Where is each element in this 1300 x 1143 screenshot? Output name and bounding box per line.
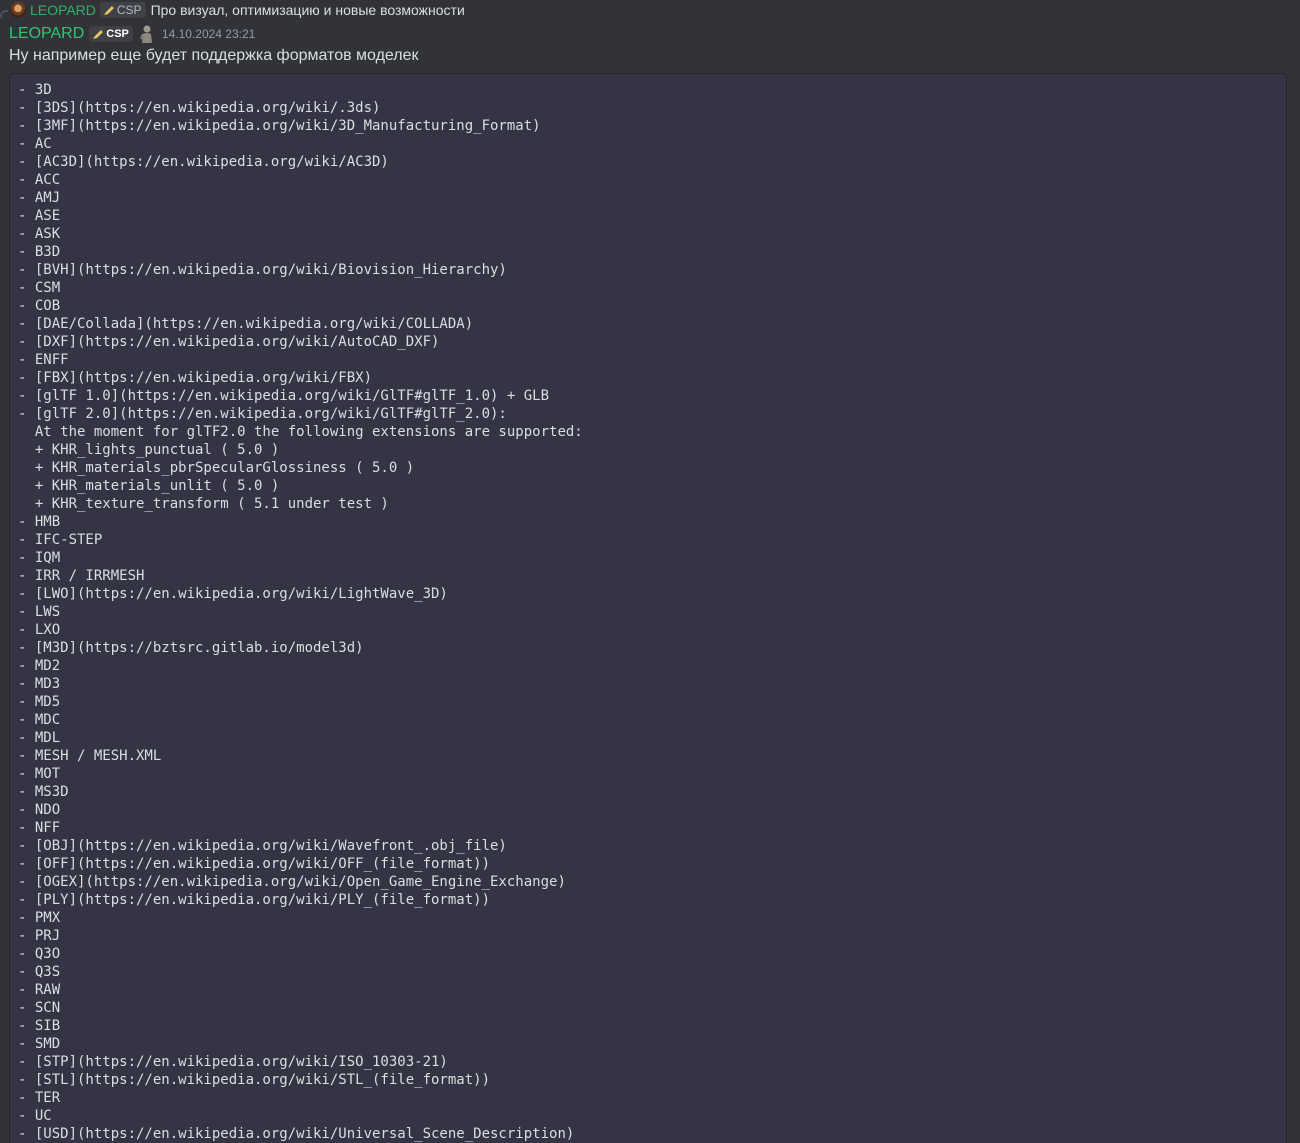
- code-line: - SIB: [18, 1018, 61, 1034]
- code-line: - [DXF](https://en.wikipedia.org/wiki/Au…: [18, 334, 440, 350]
- code-line: - Q3S: [18, 964, 61, 980]
- code-line: + KHR_texture_transform ( 5.1 under test…: [18, 496, 389, 512]
- code-line: - MD2: [18, 658, 61, 674]
- code-line: - TER: [18, 1090, 61, 1106]
- code-line: - SMD: [18, 1036, 61, 1052]
- code-line: - AC: [18, 136, 52, 152]
- code-line: - [OGEX](https://en.wikipedia.org/wiki/O…: [18, 874, 566, 890]
- code-line: - IRR / IRRMESH: [18, 568, 145, 584]
- role-tag-label: CSP: [106, 28, 129, 40]
- code-line: - HMB: [18, 514, 61, 530]
- code-line: + KHR_lights_punctual ( 5.0 ): [18, 442, 280, 458]
- role-tag: CSP: [99, 2, 146, 18]
- code-line: - ACC: [18, 172, 61, 188]
- pen-icon: [103, 5, 115, 15]
- code-line: - [DAE/Collada](https://en.wikipedia.org…: [18, 316, 474, 332]
- code-line: - 3D: [18, 82, 52, 98]
- code-line: - AMJ: [18, 190, 61, 206]
- code-line: - MDC: [18, 712, 61, 728]
- code-line: - IQM: [18, 550, 61, 566]
- code-line: - MESH / MESH.XML: [18, 748, 162, 764]
- code-line: - ASK: [18, 226, 61, 242]
- reply-reference[interactable]: LEOPARD CSP Про визуал, оптимизацию и но…: [0, 0, 465, 20]
- code-line: - ENFF: [18, 352, 69, 368]
- code-line: - NFF: [18, 820, 61, 836]
- code-line: - [3DS](https://en.wikipedia.org/wiki/.3…: [18, 100, 381, 116]
- code-line: - B3D: [18, 244, 61, 260]
- code-line: - MD3: [18, 676, 61, 692]
- message-text: Ну например еще будет поддержка форматов…: [9, 47, 419, 64]
- code-line: - IFC-STEP: [18, 532, 103, 548]
- code-content: - 3D - [3DS](https://en.wikipedia.org/wik…: [18, 81, 1286, 1143]
- code-line: - [LWO](https://en.wikipedia.org/wiki/Li…: [18, 586, 448, 602]
- code-line: - LXO: [18, 622, 61, 638]
- code-line: At the moment for glTF2.0 the following …: [18, 424, 583, 440]
- avatar-icon[interactable]: [10, 2, 26, 18]
- code-line: + KHR_materials_unlit ( 5.0 ): [18, 478, 280, 494]
- code-line: - RAW: [18, 982, 61, 998]
- code-line: - COB: [18, 298, 61, 314]
- author-name[interactable]: LEOPARD: [9, 25, 84, 43]
- code-line: - MDL: [18, 730, 61, 746]
- code-line: - UC: [18, 1108, 52, 1124]
- timestamp: 14.10.2024 23:21: [161, 27, 256, 41]
- code-line: - MD5: [18, 694, 61, 710]
- code-line: - NDO: [18, 802, 61, 818]
- code-line: - MS3D: [18, 784, 69, 800]
- code-line: - ASE: [18, 208, 61, 224]
- code-line: - PRJ: [18, 928, 61, 944]
- code-line: - [USD](https://en.wikipedia.org/wiki/Un…: [18, 1126, 575, 1142]
- code-line: - [glTF 2.0](https://en.wikipedia.org/wi…: [18, 406, 507, 422]
- code-line: - [STL](https://en.wikipedia.org/wiki/ST…: [18, 1072, 491, 1088]
- code-line: - SCN: [18, 1000, 61, 1016]
- code-line: - LWS: [18, 604, 61, 620]
- code-line: - CSM: [18, 280, 61, 296]
- code-line: - Q3O: [18, 946, 61, 962]
- code-line: - [PLY](https://en.wikipedia.org/wiki/PL…: [18, 892, 491, 908]
- role-tag-label: CSP: [116, 3, 142, 17]
- character-icon[interactable]: [138, 24, 156, 44]
- code-line: - MOT: [18, 766, 61, 782]
- pen-icon: [93, 29, 104, 39]
- code-line: - [OFF](https://en.wikipedia.org/wiki/OF…: [18, 856, 491, 872]
- code-line: - [3MF](https://en.wikipedia.org/wiki/3D…: [18, 118, 541, 134]
- message-header: LEOPARD CSP 14.10.2024 23:21: [9, 23, 255, 45]
- code-line: - [M3D](https://bztsrc.gitlab.io/model3d…: [18, 640, 364, 656]
- code-block[interactable]: - 3D - [3DS](https://en.wikipedia.org/wik…: [9, 73, 1287, 1143]
- reply-spine: [0, 10, 8, 18]
- code-line: - PMX: [18, 910, 61, 926]
- code-line: - [OBJ](https://en.wikipedia.org/wiki/Wa…: [18, 838, 507, 854]
- code-line: - [FBX](https://en.wikipedia.org/wiki/FB…: [18, 370, 373, 386]
- reply-preview-text[interactable]: Про визуал, оптимизацию и новые возможно…: [151, 2, 465, 18]
- code-line: - [STP](https://en.wikipedia.org/wiki/IS…: [18, 1054, 448, 1070]
- code-line: - [glTF 1.0](https://en.wikipedia.org/wi…: [18, 388, 550, 404]
- code-line: - [AC3D](https://en.wikipedia.org/wiki/A…: [18, 154, 389, 170]
- code-line: + KHR_materials_pbrSpecularGlossiness ( …: [18, 460, 415, 476]
- reply-author-name[interactable]: LEOPARD: [30, 2, 96, 18]
- role-tag: CSP: [89, 26, 133, 42]
- code-line: - [BVH](https://en.wikipedia.org/wiki/Bi…: [18, 262, 507, 278]
